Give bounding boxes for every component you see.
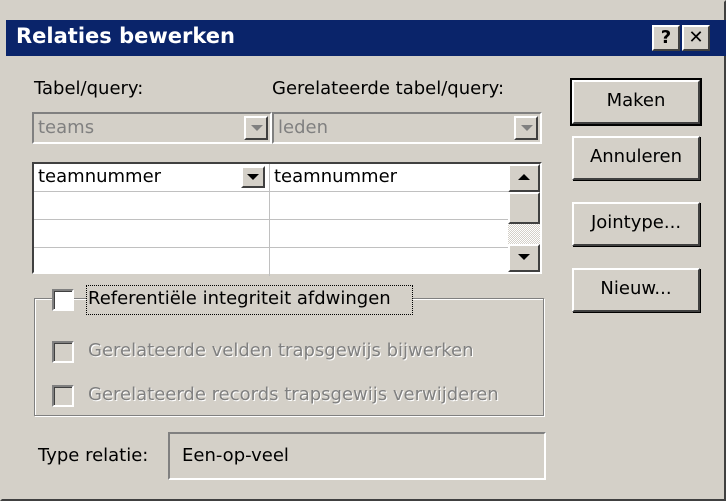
grid-vertical-scrollbar[interactable] <box>508 164 540 272</box>
cascade-update-label: Gerelateerde velden trapsgewijs bijwerke… <box>88 340 474 361</box>
cascade-delete-checkbox <box>52 385 74 407</box>
chevron-down-icon <box>521 125 533 131</box>
table-query-dropdown-button <box>244 116 268 140</box>
arrow-up-icon <box>518 174 530 180</box>
table-query-label: Tabel/query: <box>34 78 144 99</box>
grid-cell-dropdown-button[interactable] <box>241 166 265 188</box>
grid-cell-right-value: teamnummer <box>274 166 398 187</box>
edit-relationships-dialog: Relaties bewerken ? ✕ Tabel/query: Gerel… <box>0 0 726 501</box>
referential-integrity-label[interactable]: Referentiële integriteit afdwingen <box>88 288 391 309</box>
window-title: Relaties bewerken <box>16 24 235 48</box>
new-button[interactable]: Nieuw... <box>572 268 700 312</box>
field-mapping-grid: teamnummer teamnummer <box>32 162 542 276</box>
title-bar[interactable]: Relaties bewerken ? ✕ <box>6 20 726 56</box>
scroll-up-button[interactable] <box>508 164 540 192</box>
related-table-query-dropdown-button <box>514 116 538 140</box>
arrow-down-icon <box>518 254 530 260</box>
cascade-delete-label: Gerelateerde records trapsgewijs verwijd… <box>88 384 499 405</box>
scroll-thumb[interactable] <box>508 192 540 224</box>
cancel-button[interactable]: Annuleren <box>572 136 700 180</box>
grid-cell-left-1[interactable]: teamnummer <box>34 164 270 192</box>
create-button[interactable]: Maken <box>570 78 702 126</box>
help-button[interactable]: ? <box>652 25 680 51</box>
related-table-query-value: leden <box>278 117 328 138</box>
close-button[interactable]: ✕ <box>682 25 710 51</box>
relation-type-value: Een-op-veel <box>182 445 289 466</box>
grid-cell-right-4[interactable] <box>270 248 508 276</box>
related-table-query-select: leden <box>272 112 542 144</box>
referential-integrity-checkbox[interactable] <box>52 289 74 311</box>
table-query-select: teams <box>32 112 272 144</box>
grid-cell-left-3[interactable] <box>34 220 270 248</box>
table-query-value: teams <box>38 117 95 138</box>
related-table-query-label: Gerelateerde tabel/query: <box>272 78 505 99</box>
chevron-down-icon <box>247 174 259 180</box>
relation-type-label: Type relatie: <box>38 445 149 466</box>
chevron-down-icon <box>251 125 263 131</box>
grid-cell-right-1[interactable]: teamnummer <box>270 164 508 192</box>
grid-cell-right-2[interactable] <box>270 192 508 220</box>
relation-type-display: Een-op-veel <box>168 432 546 480</box>
join-type-button[interactable]: Jointype... <box>572 202 700 246</box>
grid-cell-left-value: teamnummer <box>38 166 162 187</box>
scroll-down-button[interactable] <box>508 244 540 272</box>
grid-cell-left-2[interactable] <box>34 192 270 220</box>
grid-cell-right-3[interactable] <box>270 220 508 248</box>
grid-cell-left-4[interactable] <box>34 248 270 276</box>
cascade-update-checkbox <box>52 341 74 363</box>
